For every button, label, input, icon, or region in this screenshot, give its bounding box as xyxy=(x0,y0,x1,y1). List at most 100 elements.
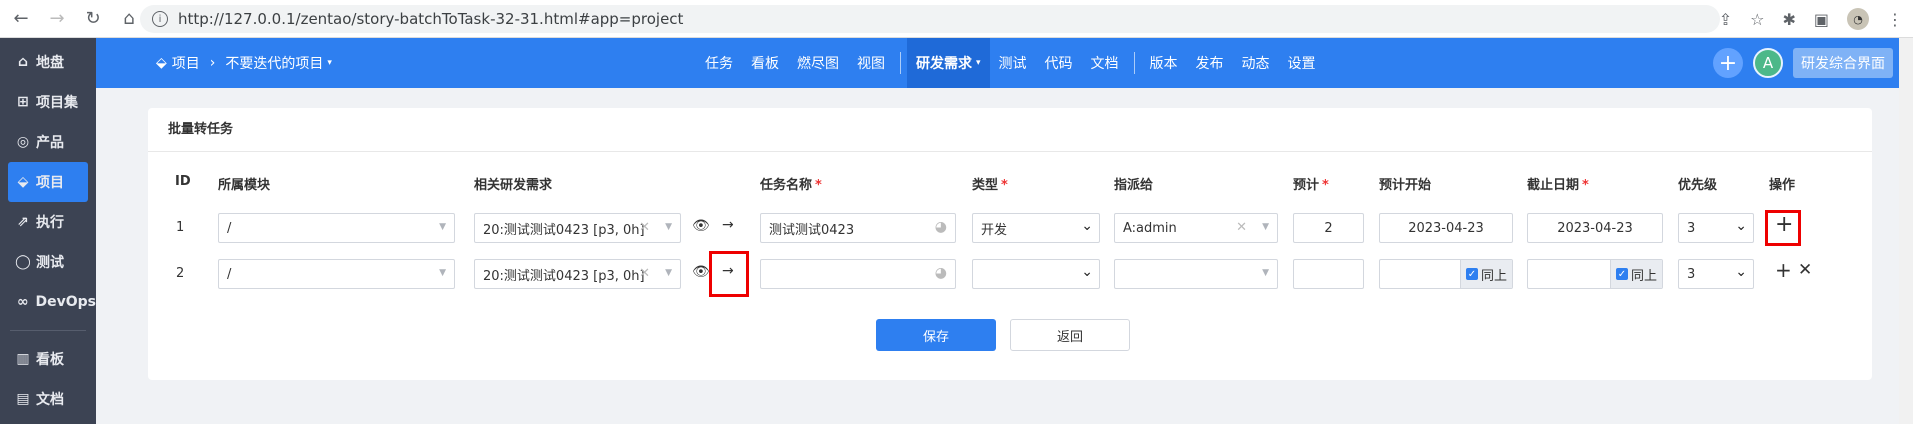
sidebar-item-home[interactable]: ⌂ 地盘 xyxy=(0,42,96,82)
story-value: 20:测试测试0423 [p3, 0h] xyxy=(483,268,645,284)
sidebar-item-project[interactable]: ⬙ 项目 xyxy=(8,162,88,202)
share-icon[interactable]: ⇪ xyxy=(1719,10,1732,29)
task-name-input[interactable]: 测试测试0423 ◕ xyxy=(760,213,956,243)
nav-kanban[interactable]: 看板 xyxy=(742,38,788,88)
back-button[interactable]: 返回 xyxy=(1010,319,1130,351)
nav-dynamic[interactable]: 动态 xyxy=(1233,38,1279,88)
required-mark: * xyxy=(1322,178,1329,193)
nav-code[interactable]: 代码 xyxy=(1036,38,1082,88)
clear-icon[interactable]: ✕ xyxy=(1236,220,1247,235)
grid-icon: ⊞ xyxy=(17,94,29,110)
avatar[interactable]: A xyxy=(1753,48,1783,78)
sidebar-item-test[interactable]: ◯ 测试 xyxy=(0,242,96,282)
chevron-down-icon: ▼ xyxy=(665,268,672,278)
nav-view[interactable]: 视图 xyxy=(848,38,894,88)
page-scrollbar[interactable] xyxy=(1899,38,1913,424)
sidebar-item-label: 项目集 xyxy=(36,95,78,111)
palette-icon[interactable]: ◕ xyxy=(935,219,947,235)
priority-value: 3 xyxy=(1687,266,1696,282)
estimate-input[interactable] xyxy=(1293,259,1364,289)
required-mark: * xyxy=(1001,178,1008,193)
sidepanel-icon[interactable]: ▣ xyxy=(1814,10,1829,29)
back-icon[interactable]: ← xyxy=(6,4,36,34)
address-bar[interactable]: i http://127.0.0.1/zentao/story-batchToT… xyxy=(140,5,1720,33)
palette-icon[interactable]: ◕ xyxy=(935,265,947,281)
est-start-input[interactable]: 2023-04-23 xyxy=(1379,213,1513,243)
home-icon: ⌂ xyxy=(17,54,29,70)
nav-test[interactable]: 测试 xyxy=(990,38,1036,88)
eye-icon[interactable]: 👁 xyxy=(692,218,710,234)
sidebar-item-product[interactable]: ◎ 产品 xyxy=(0,122,96,162)
module-select[interactable]: / ▼ xyxy=(218,259,455,289)
priority-select[interactable]: 3 ⌄ xyxy=(1678,213,1754,243)
same-as-above-toggle[interactable]: ✓ 同上 xyxy=(1610,260,1662,288)
star-icon[interactable]: ☆ xyxy=(1750,10,1764,29)
sidebar: ⌂ 地盘 ⊞ 项目集 ◎ 产品 ⬙ 项目 ⇗ 执行 ◯ 测试 ∞ DevOps ▥ 看板 ▤ 文档 xyxy=(0,38,96,424)
app-header: ⬙ 项目 › 不要迭代的项目 ▾ 任务 看板 燃尽图 视图 研发需求 ▾ 测试 代… xyxy=(96,38,1913,88)
col-deadline-label: 截止日期 xyxy=(1527,178,1580,193)
sidebar-item-kanban[interactable]: ▥ 看板 xyxy=(0,339,96,379)
nav-burndown[interactable]: 燃尽图 xyxy=(788,38,848,88)
dev-interface-button[interactable]: 研发综合界面 xyxy=(1793,48,1893,78)
menu-icon[interactable]: ⋮ xyxy=(1887,10,1903,29)
checkbox-checked-icon: ✓ xyxy=(1615,268,1628,280)
nav-build[interactable]: 版本 xyxy=(1141,38,1187,88)
nav-settings[interactable]: 设置 xyxy=(1279,38,1325,88)
type-select[interactable]: ⌄ xyxy=(972,259,1100,289)
nav-doc[interactable]: 文档 xyxy=(1082,38,1128,88)
est-start-input[interactable]: ✓ 同上 xyxy=(1379,259,1513,289)
breadcrumb-current[interactable]: 不要迭代的项目 xyxy=(225,53,323,73)
plus-icon[interactable]: + xyxy=(1713,48,1743,78)
clear-icon[interactable]: ✕ xyxy=(639,220,650,235)
col-est-start: 预计开始 xyxy=(1379,178,1432,193)
save-button[interactable]: 保存 xyxy=(876,319,996,351)
type-select[interactable]: 开发 ⌄ xyxy=(972,213,1100,243)
same-as-above-toggle[interactable]: ✓ 同上 xyxy=(1460,260,1512,288)
assign-select[interactable]: ▼ xyxy=(1114,259,1278,289)
module-value: / xyxy=(227,220,232,236)
infinity-icon: ∞ xyxy=(16,294,29,310)
close-icon[interactable]: ✕ xyxy=(1798,260,1812,280)
search-icon: ◯ xyxy=(15,254,31,270)
nav-task[interactable]: 任务 xyxy=(696,38,742,88)
sidebar-item-program[interactable]: ⊞ 项目集 xyxy=(0,82,96,122)
col-deadline: 截止日期 * xyxy=(1527,174,1589,193)
sidebar-item-label: 测试 xyxy=(36,255,64,271)
sidebar-item-execution[interactable]: ⇗ 执行 xyxy=(0,202,96,242)
reload-icon[interactable]: ↻ xyxy=(78,4,108,34)
nav-divider xyxy=(1133,52,1135,74)
deadline-input[interactable]: 2023-04-23 xyxy=(1527,213,1663,243)
doc-icon: ▤ xyxy=(16,391,30,407)
add-row-icon[interactable]: + xyxy=(1775,258,1792,282)
col-name: 任务名称 * xyxy=(760,174,822,193)
col-estimate: 预计 * xyxy=(1293,174,1329,193)
extensions-icon[interactable]: ✱ xyxy=(1782,10,1795,29)
chevron-down-icon: ⌄ xyxy=(1081,264,1093,280)
info-icon[interactable]: i xyxy=(152,11,168,27)
sidebar-item-label: DevOps xyxy=(35,294,97,310)
breadcrumb: ⬙ 项目 › 不要迭代的项目 ▾ xyxy=(156,38,332,88)
assign-select[interactable]: A:admin ✕ ▼ xyxy=(1114,213,1278,243)
module-select[interactable]: / ▼ xyxy=(218,213,455,243)
story-select[interactable]: 20:测试测试0423 [p3, 0h] ✕ ▼ xyxy=(474,259,681,289)
profile-avatar[interactable]: ◔ xyxy=(1847,8,1869,30)
sidebar-item-doc[interactable]: ▤ 文档 xyxy=(0,379,96,419)
kanban-icon: ▥ xyxy=(16,351,30,367)
deadline-input[interactable]: ✓ 同上 xyxy=(1527,259,1663,289)
task-name-input[interactable]: ◕ xyxy=(760,259,956,289)
required-mark: * xyxy=(815,178,822,193)
nav-story[interactable]: 研发需求 ▾ xyxy=(907,38,990,88)
eye-icon[interactable]: 👁 xyxy=(692,264,710,280)
arrow-right-icon[interactable]: → xyxy=(722,217,734,233)
required-mark: * xyxy=(1582,178,1589,193)
sidebar-item-devops[interactable]: ∞ DevOps xyxy=(0,282,96,322)
breadcrumb-root[interactable]: 项目 xyxy=(172,53,200,73)
clear-icon[interactable]: ✕ xyxy=(639,266,650,281)
forward-icon[interactable]: → xyxy=(42,4,72,34)
chevron-down-icon: ▼ xyxy=(1262,222,1269,232)
priority-select[interactable]: 3 ⌄ xyxy=(1678,259,1754,289)
estimate-input[interactable]: 2 xyxy=(1293,213,1364,243)
chevron-down-icon[interactable]: ▾ xyxy=(327,58,332,68)
nav-release[interactable]: 发布 xyxy=(1187,38,1233,88)
story-select[interactable]: 20:测试测试0423 [p3, 0h] ✕ ▼ xyxy=(474,213,681,243)
